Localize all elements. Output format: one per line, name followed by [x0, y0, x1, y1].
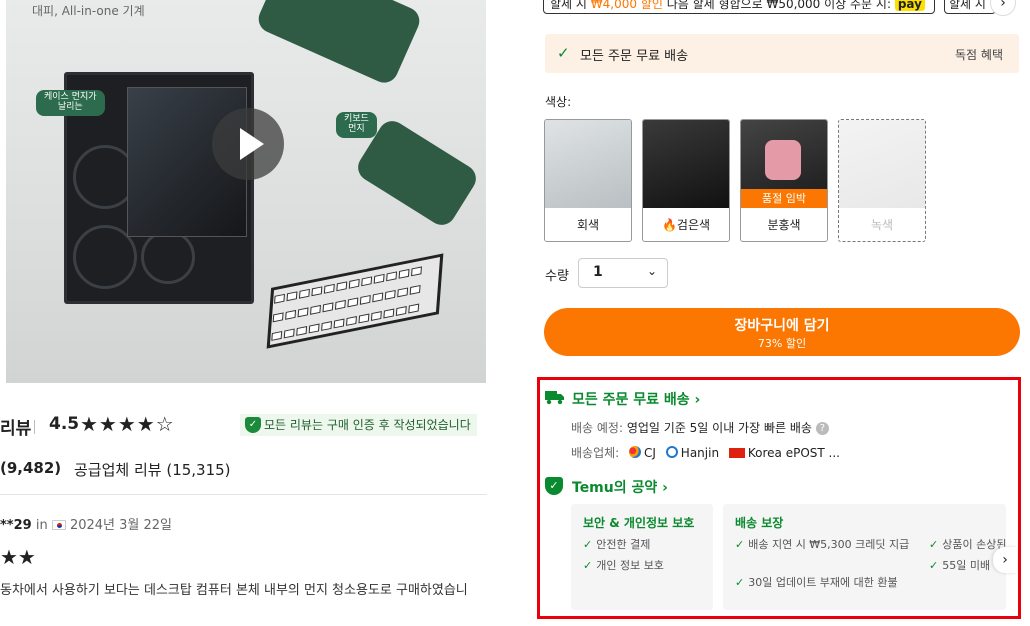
carriers: 배송업체: CJ Hanjin Korea ePOST ... — [571, 446, 840, 460]
keyboard-illustration — [266, 253, 444, 349]
list-item: ✓ 30일 업데이트 부재에 대한 환불 — [735, 576, 898, 589]
check-icon: ✓ — [557, 44, 570, 62]
supplier-review-count[interactable]: 공급업체 리뷰 (15,315) — [74, 459, 231, 480]
tag-keyboard-dust: 키보드 먼지 — [336, 112, 377, 138]
list-item: ✓ 개인 정보 보호 — [583, 559, 664, 572]
quantity-select[interactable]: 1 ⌄ — [578, 258, 668, 288]
quantity-value: 1 — [593, 264, 603, 280]
free-shipping-link[interactable]: 모든 주문 무료 배송 › — [572, 389, 700, 409]
chevron-right-icon[interactable]: › — [993, 547, 1017, 573]
verified-text: 모든 리뷰는 구매 인증 후 작성되었습니다 — [264, 418, 471, 432]
list-item: ✓ 상품이 손상된 — [929, 538, 1006, 551]
divider — [0, 494, 487, 495]
color-option-label: 회색 — [576, 218, 600, 232]
review-stars: ★★★★☆ — [80, 412, 175, 436]
security-card[interactable]: 보안 & 개인정보 보호 ✓ 안전한 결제 ✓ 개인 정보 보호 — [571, 504, 713, 610]
review-score: 4.5 — [49, 414, 80, 434]
promo-price: ₩4,000 할인 — [590, 0, 663, 11]
exclusive-benefit: 독점 혜택 — [955, 48, 1003, 62]
play-video-icon[interactable] — [212, 108, 284, 180]
tag-case-dust: 케이스 먼지가 날리는 — [36, 90, 105, 116]
review-in: in — [35, 518, 48, 533]
list-item: ✓ 55일 미배 — [929, 559, 991, 572]
check-icon: ✓ — [929, 538, 939, 551]
color-label: 색상: — [545, 95, 572, 109]
swatch-image — [839, 120, 925, 208]
swatch-image — [545, 120, 631, 208]
color-option-gray[interactable]: 회색 — [544, 119, 632, 242]
flame-icon: 🔥 — [661, 218, 677, 232]
discount-label: 73% 할인 — [757, 337, 807, 350]
chevron-down-icon: ⌄ — [646, 264, 657, 278]
list-item: ✓ 배송 지연 시 ₩5,300 크레딧 지급 — [735, 538, 910, 551]
image-caption: 대피, All-in-one 기계 — [32, 4, 145, 18]
card-title: 배송 보장 — [735, 516, 784, 530]
product-review-count[interactable]: (9,482) — [0, 459, 61, 477]
list-item: ✓ 안전한 결제 — [583, 538, 651, 551]
check-icon: ✓ — [583, 538, 593, 551]
check-icon: ✓ — [583, 559, 593, 572]
review-text: 동차에서 사용하기 보다는 데스크탑 컴퓨터 본체 내부의 먼지 청소용도로 구… — [0, 583, 468, 598]
delivery-guarantee-card[interactable]: 배송 보장 ✓ 배송 지연 시 ₩5,300 크레딧 지급 ✓ 30일 업데이트 부… — [723, 504, 1006, 610]
quantity-label: 수량 — [545, 269, 569, 284]
delivery-eta: 배송 예정: 영업일 기준 5일 이내 가장 빠른 배송? — [571, 419, 829, 436]
reviewer-name: **29 — [0, 518, 32, 533]
card-title: 보안 & 개인정보 보호 — [583, 516, 695, 530]
color-option-green[interactable]: 녹색 — [838, 119, 926, 242]
hanjin-logo-icon — [665, 446, 678, 458]
chevron-right-icon[interactable]: › — [990, 0, 1016, 16]
divider — [34, 420, 35, 434]
add-to-cart-label: 장바구니에 담기 — [734, 318, 830, 334]
air-duster-top — [254, 0, 424, 88]
product-image[interactable]: 대피, All-in-one 기계 케이스 먼지가 날리는 키보드 먼지 — [6, 0, 486, 383]
review-stars-item: ★★ — [0, 545, 36, 569]
verified-reviews-badge: ✓ 모든 리뷰는 구매 인증 후 작성되었습니다 — [240, 414, 477, 436]
add-to-cart-button[interactable]: 장바구니에 담기 73% 할인 — [544, 308, 1020, 356]
color-option-label: 녹색 — [870, 218, 894, 232]
free-shipping-banner: ✓ 모든 주문 무료 배송 독점 혜택 — [545, 34, 1019, 73]
check-icon: ✓ — [929, 559, 939, 572]
payment-promo[interactable]: 할세 시 ₩4,000 할인 다음 할세 형합으로 ₩50,000 이상 주문 … — [543, 0, 935, 14]
review-date: 2024년 3월 22일 — [69, 518, 173, 533]
reviews-title: 리뷰 — [0, 419, 32, 439]
shield-check-icon: ✓ — [545, 477, 563, 495]
korea-epost-logo-icon — [728, 448, 745, 458]
review-meta: **29 in 2024년 3월 22일 — [0, 514, 172, 533]
help-icon[interactable]: ? — [815, 422, 829, 435]
shield-check-icon: ✓ — [245, 417, 261, 433]
color-option-pink[interactable]: 품절 임박 분홍색 — [740, 119, 828, 242]
cj-logo-icon — [629, 446, 642, 458]
check-icon: ✓ — [735, 538, 745, 551]
low-stock-badge: 품절 임박 — [741, 189, 827, 208]
korea-flag-icon — [51, 520, 66, 530]
truck-icon — [545, 390, 565, 406]
promo-text-a: 할세 시 — [550, 0, 591, 11]
kakao-pay-icon: pay — [894, 0, 925, 11]
color-option-black[interactable]: 🔥검은색 — [642, 119, 730, 242]
swatch-image — [643, 120, 729, 208]
payment-promo-2[interactable]: 할세 시 — [944, 0, 996, 14]
color-option-label: 분홍색 — [767, 218, 801, 232]
free-shipping-text: 모든 주문 무료 배송 — [580, 49, 689, 64]
check-icon: ✓ — [735, 576, 745, 589]
temu-promise-link[interactable]: Temu의 공약 › — [572, 477, 668, 497]
promo-text-b: 다음 할세 형합으로 ₩50,000 이상 주문 시: — [662, 0, 895, 11]
color-option-label: 🔥검은색 — [661, 218, 711, 232]
